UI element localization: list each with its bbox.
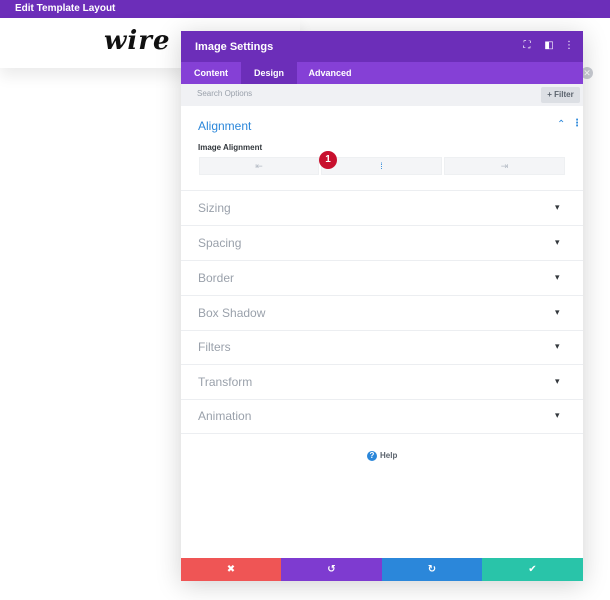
step-badge: 1 xyxy=(319,151,337,169)
chevron-up-icon[interactable]: ⌃ xyxy=(557,119,565,130)
filter-button[interactable]: + Filter xyxy=(541,87,580,103)
section-animation[interactable]: Animation ▾ xyxy=(181,399,583,434)
image-settings-modal: Image Settings ⛶ ◧ ⋮ Content Design Adva… xyxy=(181,31,583,581)
section-box-shadow[interactable]: Box Shadow ▾ xyxy=(181,296,583,331)
save-button[interactable]: ✔ xyxy=(482,558,583,581)
section-alignment: Alignment ⌃ ⋮ Image Alignment ⇤ ⁞ ⇥ 1 xyxy=(181,106,583,191)
sidebar-toggle-icon[interactable]: ◧ xyxy=(542,39,556,53)
modal-title: Image Settings xyxy=(195,41,274,53)
chevron-down-icon[interactable]: ▾ xyxy=(555,376,560,387)
align-left-icon: ⇤ xyxy=(255,161,263,171)
section-title: Animation xyxy=(198,409,252,423)
undo-button[interactable]: ↺ xyxy=(281,558,382,581)
align-center-icon: ⁞ xyxy=(380,161,383,171)
section-sizing[interactable]: Sizing ▾ xyxy=(181,191,583,226)
section-transform[interactable]: Transform ▾ xyxy=(181,365,583,400)
chevron-down-icon[interactable]: ▾ xyxy=(555,202,560,213)
top-bar: Edit Template Layout xyxy=(0,0,610,18)
chevron-down-icon[interactable]: ▾ xyxy=(555,272,560,283)
section-title: Filters xyxy=(198,340,231,354)
search-input[interactable]: Search Options xyxy=(197,89,252,98)
help-label: Help xyxy=(380,451,398,461)
tab-bar: Content Design Advanced xyxy=(181,62,583,84)
modal-header: Image Settings ⛶ ◧ ⋮ xyxy=(181,31,583,62)
align-right-icon: ⇥ xyxy=(500,161,509,171)
redo-button[interactable]: ↻ xyxy=(382,558,482,581)
field-label: Image Alignment xyxy=(198,143,263,152)
undo-icon: ↺ xyxy=(327,564,336,575)
align-right-button[interactable]: ⇥ xyxy=(444,157,565,175)
chevron-down-icon[interactable]: ▾ xyxy=(555,341,560,352)
chevron-down-icon[interactable]: ▾ xyxy=(555,410,560,421)
modal-footer: ✖ ↺ ↻ ✔ xyxy=(181,558,583,581)
tab-advanced[interactable]: Advanced xyxy=(297,62,363,84)
align-left-button[interactable]: ⇤ xyxy=(199,157,319,175)
section-title[interactable]: Alignment xyxy=(198,119,251,133)
section-title: Box Shadow xyxy=(198,306,266,320)
close-icon: ✖ xyxy=(226,564,236,575)
kebab-menu-icon[interactable]: ⋮ xyxy=(562,39,576,53)
search-bar: Search Options + Filter xyxy=(181,84,583,106)
redo-icon: ↻ xyxy=(427,564,437,575)
check-icon: ✔ xyxy=(528,564,537,575)
help-link[interactable]: ? Help xyxy=(367,451,397,461)
expand-icon[interactable]: ⛶ xyxy=(520,39,534,53)
section-border[interactable]: Border ▾ xyxy=(181,261,583,296)
section-title: Sizing xyxy=(198,201,231,215)
discard-button[interactable]: ✖ xyxy=(181,558,281,581)
section-filters[interactable]: Filters ▾ xyxy=(181,330,583,365)
chevron-down-icon[interactable]: ▾ xyxy=(555,307,560,318)
section-title: Spacing xyxy=(198,236,242,250)
logo: wire xyxy=(104,26,171,56)
section-kebab-icon[interactable]: ⋮ xyxy=(572,118,582,129)
section-spacing[interactable]: Spacing ▾ xyxy=(181,226,583,261)
section-title: Transform xyxy=(198,375,253,389)
page-title: Edit Template Layout xyxy=(15,3,116,14)
section-title: Border xyxy=(198,271,235,285)
align-center-button[interactable]: ⁞ xyxy=(321,157,442,175)
tab-content[interactable]: Content xyxy=(181,62,241,84)
help-icon: ? xyxy=(367,451,377,461)
tab-design[interactable]: Design xyxy=(241,62,297,84)
chevron-down-icon[interactable]: ▾ xyxy=(555,237,560,248)
